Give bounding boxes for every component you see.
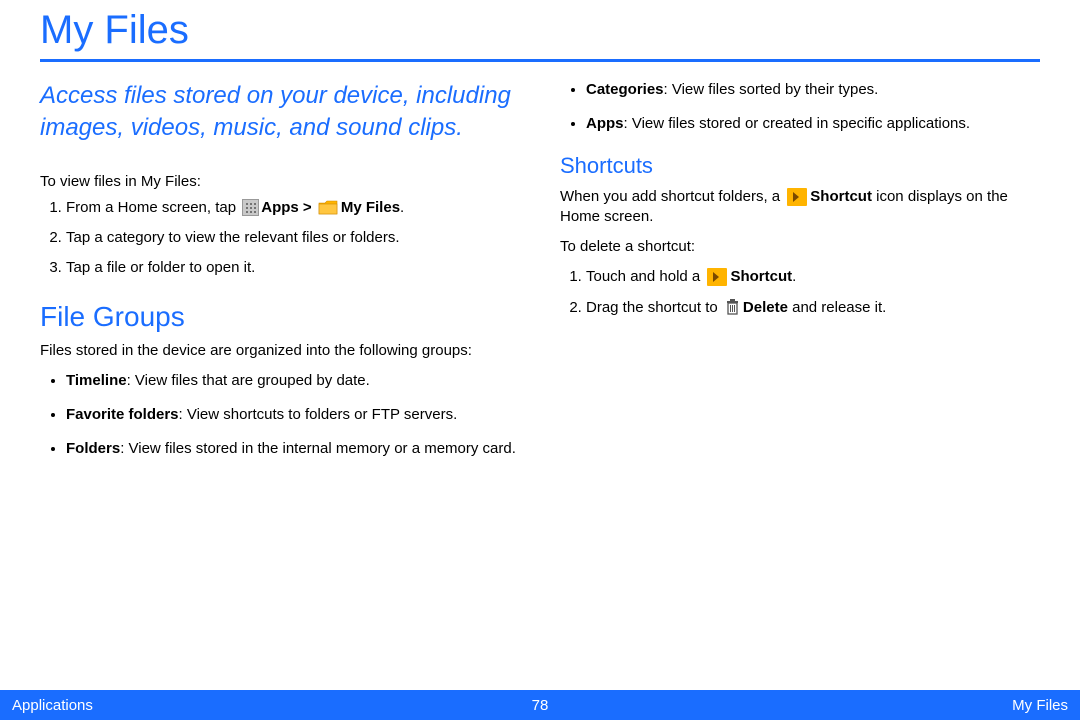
sc-step2-a: Drag the shortcut to (586, 299, 722, 316)
fg-fav-text: : View shortcuts to folders or FTP serve… (179, 406, 458, 423)
page-title: My Files (40, 0, 1040, 59)
file-groups-lead: Files stored in the device are organized… (40, 341, 520, 361)
view-files-steps: From a Home screen, tap Apps > My Files.… (40, 198, 520, 279)
footer-left: Applications (12, 697, 93, 714)
step-1-myfiles-label: My Files (341, 199, 400, 216)
footer-right: My Files (1012, 697, 1068, 714)
step-1-apps-label: Apps > (261, 199, 316, 216)
sc-step1-bold: Shortcut (730, 268, 792, 285)
apps-grid-icon (242, 199, 259, 216)
two-column-layout: Access files stored on your device, incl… (40, 80, 1040, 474)
fg-timeline-text: : View files that are grouped by date. (127, 372, 370, 389)
fg-folders: Folders: View files stored in the intern… (66, 439, 520, 459)
step-1: From a Home screen, tap Apps > My Files. (66, 198, 520, 218)
sc-step1-c: . (792, 268, 796, 285)
fg-cat-bold: Categories (586, 81, 664, 98)
heading-file-groups: File Groups (40, 301, 520, 333)
step-1-period: . (400, 199, 404, 216)
sc-step-2: Drag the shortcut to Delete and release … (586, 298, 1040, 318)
fg-cat-text: : View files sorted by their types. (664, 81, 879, 98)
page: My Files Access files stored on your dev… (0, 0, 1080, 720)
trash-icon (725, 299, 740, 316)
fg-timeline: Timeline: View files that are grouped by… (66, 371, 520, 391)
shortcuts-intro: When you add shortcut folders, a Shortcu… (560, 187, 1040, 228)
sc-step2-c: and release it. (788, 299, 886, 316)
footer-page-number: 78 (532, 697, 549, 714)
fg-folders-bold: Folders (66, 440, 120, 457)
column-left: Access files stored on your device, incl… (40, 80, 520, 474)
column-right: Categories: View files sorted by their t… (560, 80, 1040, 474)
shortcut-icon (787, 188, 807, 206)
sc-step1-a: Touch and hold a (586, 268, 704, 285)
fg-apps: Apps: View files stored or created in sp… (586, 114, 1040, 134)
sc-step2-bold: Delete (743, 299, 788, 316)
step-3: Tap a file or folder to open it. (66, 258, 520, 278)
step-2: Tap a category to view the relevant file… (66, 228, 520, 248)
fg-timeline-bold: Timeline (66, 372, 127, 389)
sc-intro-bold: Shortcut (810, 188, 872, 205)
intro-text: Access files stored on your device, incl… (40, 80, 520, 145)
view-files-lead: To view files in My Files: (40, 173, 520, 190)
file-groups-list-right: Categories: View files sorted by their t… (560, 80, 1040, 135)
title-rule (40, 59, 1040, 62)
shortcuts-steps: Touch and hold a Shortcut. Drag the shor… (560, 267, 1040, 318)
fg-apps-bold: Apps (586, 115, 624, 132)
fg-categories: Categories: View files sorted by their t… (586, 80, 1040, 100)
heading-shortcuts: Shortcuts (560, 153, 1040, 179)
fg-apps-text: : View files stored or created in specif… (624, 115, 971, 132)
sc-step-1: Touch and hold a Shortcut. (586, 267, 1040, 287)
shortcut-icon-2 (707, 268, 727, 286)
fg-fav-bold: Favorite folders (66, 406, 179, 423)
page-footer: Applications 78 My Files (0, 690, 1080, 720)
folder-icon (318, 200, 338, 216)
fg-favorite: Favorite folders: View shortcuts to fold… (66, 405, 520, 425)
sc-intro-a: When you add shortcut folders, a (560, 188, 784, 205)
step-1-text-a: From a Home screen, tap (66, 199, 240, 216)
file-groups-list-left: Timeline: View files that are grouped by… (40, 371, 520, 460)
fg-folders-text: : View files stored in the internal memo… (120, 440, 516, 457)
shortcuts-delete-lead: To delete a shortcut: (560, 237, 1040, 257)
